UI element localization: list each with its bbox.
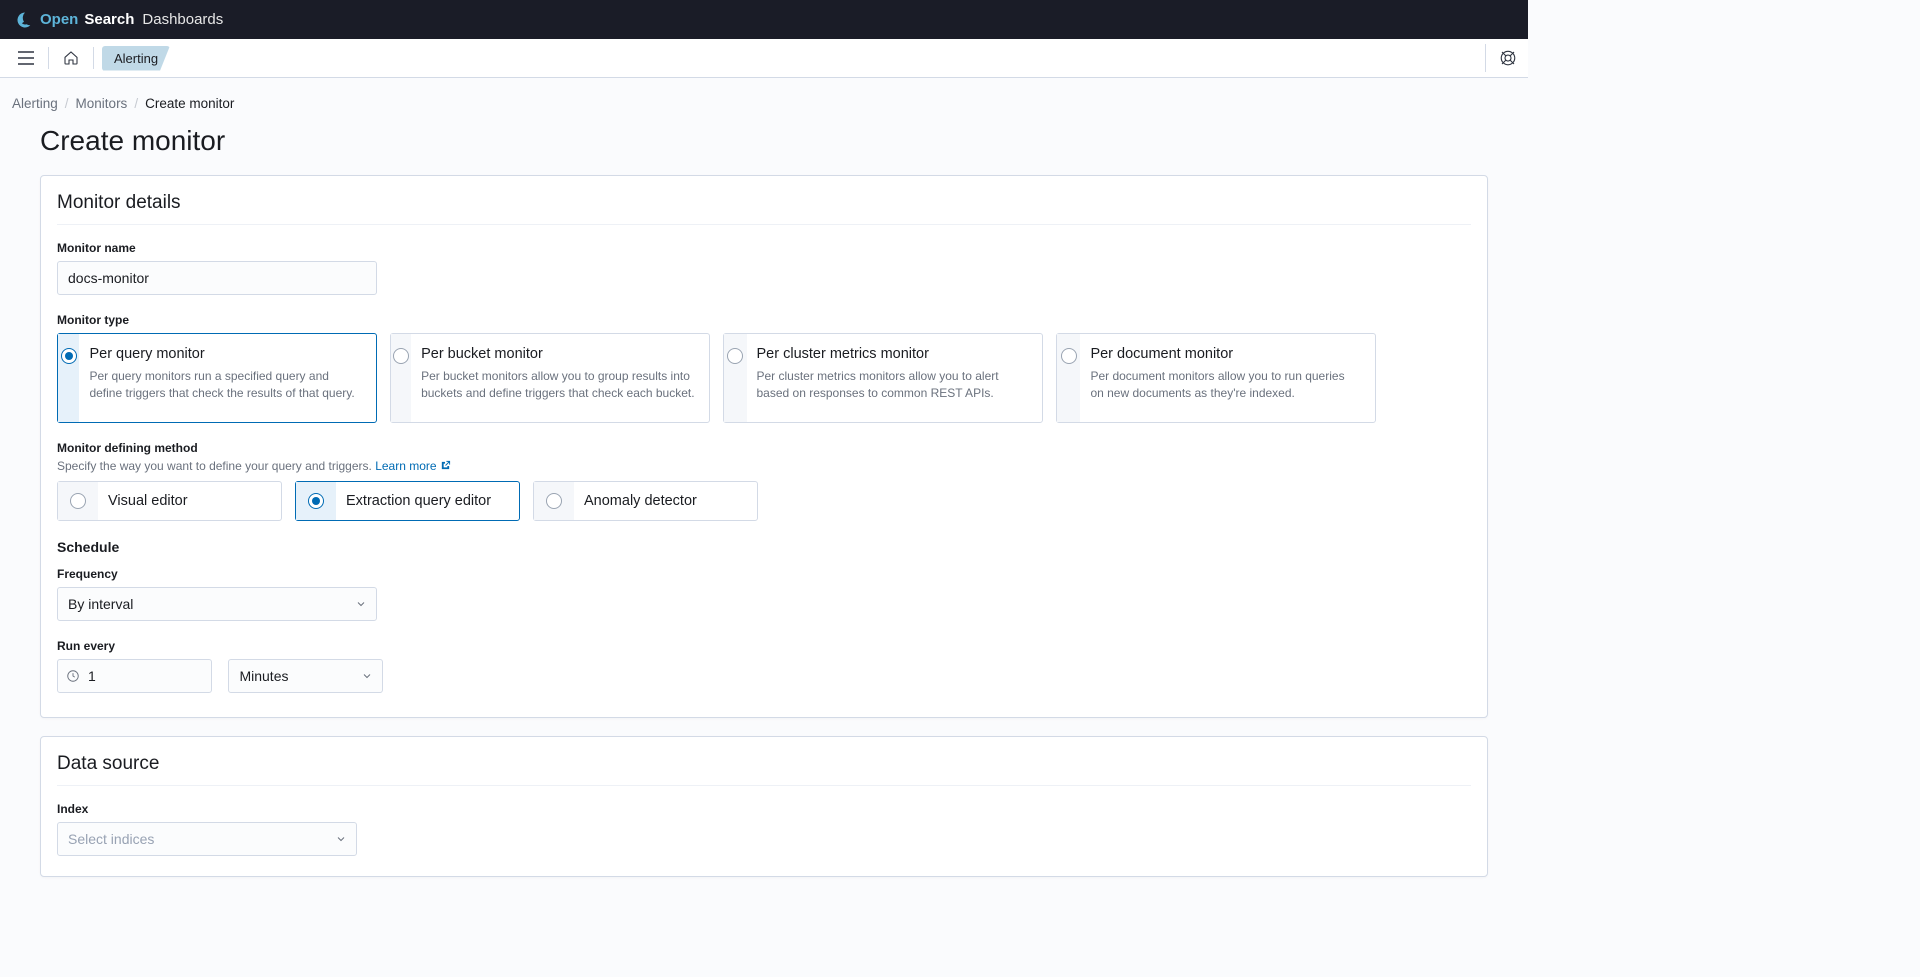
index-placeholder: Select indices [68,831,154,847]
radio-icon [70,493,86,509]
monitor-type-per-bucket[interactable]: Per bucket monitor Per bucket monitors a… [390,333,710,423]
brand-logo[interactable]: Open Search Dashboards [16,11,223,29]
page-content: Alerting / Monitors / Create monitor Cre… [0,78,1528,935]
nav-toggle-button[interactable] [12,44,40,72]
opensearch-logo-icon [16,11,34,29]
label-run-every: Run every [57,639,1471,653]
divider [93,47,94,69]
breadcrumb: Alerting / Monitors / Create monitor [12,90,1516,125]
lifebuoy-icon [1499,49,1517,67]
defining-method-options: Visual editor Extraction query editor An… [57,481,1471,521]
label-index: Index [57,802,1471,816]
page-title: Create monitor [12,125,1516,175]
card-title: Extraction query editor [346,493,491,509]
breadcrumb-sep: / [65,96,69,111]
radio-icon [393,348,409,364]
index-select[interactable]: Select indices [57,822,357,856]
label-monitor-type: Monitor type [57,313,1471,327]
card-desc: Per cluster metrics monitors allow you t… [757,368,1029,402]
home-icon [63,50,79,66]
run-every-unit-value: Minutes [239,668,288,684]
hamburger-icon [18,51,34,65]
hint-text: Specify the way you want to define your … [57,459,375,473]
learn-more-label: Learn more [375,459,436,473]
panel-title-data-source: Data source [57,753,1471,786]
card-title: Visual editor [108,493,188,509]
monitor-type-per-document[interactable]: Per document monitor Per document monito… [1056,333,1376,423]
brand-dashboards: Dashboards [142,11,223,28]
breadcrumb-current: Create monitor [145,96,234,111]
monitor-type-options: Per query monitor Per query monitors run… [57,333,1471,423]
hint-defining-method: Specify the way you want to define your … [57,459,1471,473]
card-title: Anomaly detector [584,493,697,509]
breadcrumb-monitors[interactable]: Monitors [76,96,128,111]
app-header: Open Search Dashboards [0,0,1528,39]
brand-open: Open [40,11,78,28]
schedule-heading: Schedule [57,539,1471,555]
frequency-select[interactable]: By interval [57,587,377,621]
sub-toolbar: Alerting [0,39,1528,78]
card-title: Per query monitor [89,346,362,362]
card-title: Per bucket monitor [421,346,695,362]
radio-icon [1061,348,1077,364]
main-viewport[interactable]: Open Search Dashboards Alerting Alerting … [0,0,1528,977]
method-visual-editor[interactable]: Visual editor [57,481,282,521]
monitor-type-per-query[interactable]: Per query monitor Per query monitors run… [57,333,377,423]
label-monitor-name: Monitor name [57,241,1471,255]
run-every-value-field[interactable] [57,659,212,693]
label-frequency: Frequency [57,567,1471,581]
card-desc: Per document monitors allow you to run q… [1090,368,1361,402]
monitor-type-per-cluster-metrics[interactable]: Per cluster metrics monitor Per cluster … [723,333,1043,423]
card-title: Per document monitor [1090,346,1361,362]
card-desc: Per bucket monitors allow you to group r… [421,368,695,402]
clock-icon [66,669,80,683]
context-crumb-label: Alerting [114,51,158,66]
brand-search: Search [84,11,134,28]
card-title: Per cluster metrics monitor [757,346,1029,362]
radio-icon [61,348,77,364]
panel-title-monitor-details: Monitor details [57,192,1471,225]
radio-icon [546,493,562,509]
panel-data-source: Data source Index Select indices [40,736,1488,877]
method-extraction-query-editor[interactable]: Extraction query editor [295,481,520,521]
home-button[interactable] [57,44,85,72]
panel-monitor-details: Monitor details Monitor name Monitor typ… [40,175,1488,718]
learn-more-link[interactable]: Learn more [375,459,451,473]
breadcrumb-sep: / [134,96,138,111]
monitor-name-field[interactable] [57,261,377,295]
frequency-value: By interval [68,596,133,612]
context-crumb-alerting[interactable]: Alerting [102,46,170,71]
radio-icon [308,493,324,509]
card-desc: Per query monitors run a specified query… [89,368,362,402]
help-button[interactable] [1498,48,1518,68]
breadcrumb-alerting[interactable]: Alerting [12,96,58,111]
divider [48,47,49,69]
label-defining-method: Monitor defining method [57,441,1471,455]
external-link-icon [440,460,451,471]
run-every-unit-select[interactable]: Minutes [228,659,383,693]
radio-icon [727,348,743,364]
method-anomaly-detector[interactable]: Anomaly detector [533,481,758,521]
